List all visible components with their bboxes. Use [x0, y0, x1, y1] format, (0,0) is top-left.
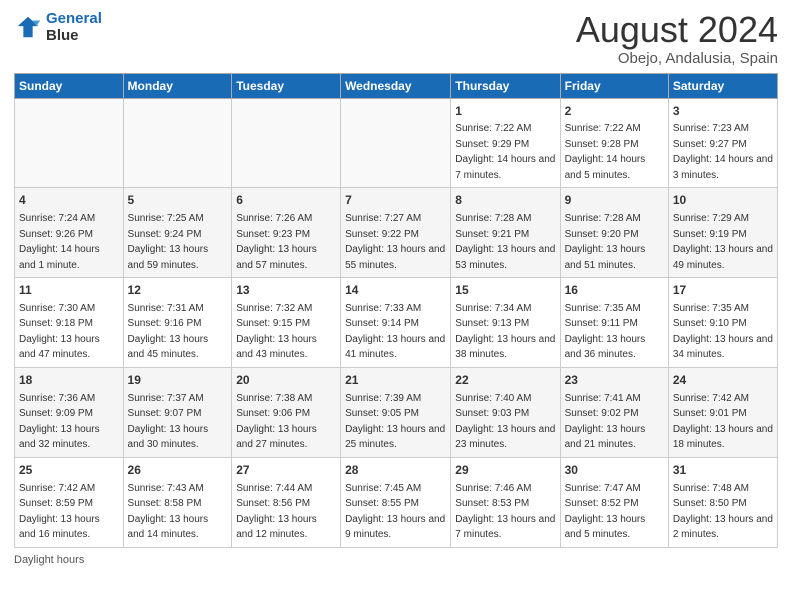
col-sunday: Sunday	[15, 73, 124, 98]
col-saturday: Saturday	[668, 73, 777, 98]
logo-text: General Blue	[46, 10, 102, 44]
table-row: 14Sunrise: 7:33 AMSunset: 9:14 PMDayligh…	[341, 278, 451, 368]
table-row: 6Sunrise: 7:26 AMSunset: 9:23 PMDaylight…	[232, 188, 341, 278]
table-row: 31Sunrise: 7:48 AMSunset: 8:50 PMDayligh…	[668, 457, 777, 547]
col-friday: Friday	[560, 73, 668, 98]
table-row: 30Sunrise: 7:47 AMSunset: 8:52 PMDayligh…	[560, 457, 668, 547]
table-row: 27Sunrise: 7:44 AMSunset: 8:56 PMDayligh…	[232, 457, 341, 547]
calendar-table: Sunday Monday Tuesday Wednesday Thursday…	[14, 73, 778, 548]
header: General Blue August 2024 Obejo, Andalusi…	[14, 10, 778, 67]
table-row: 18Sunrise: 7:36 AMSunset: 9:09 PMDayligh…	[15, 367, 124, 457]
table-row	[232, 98, 341, 188]
table-row: 5Sunrise: 7:25 AMSunset: 9:24 PMDaylight…	[123, 188, 232, 278]
title-block: August 2024 Obejo, Andalusia, Spain	[576, 10, 778, 67]
table-row	[15, 98, 124, 188]
table-row: 24Sunrise: 7:42 AMSunset: 9:01 PMDayligh…	[668, 367, 777, 457]
calendar-subtitle: Obejo, Andalusia, Spain	[576, 50, 778, 67]
col-tuesday: Tuesday	[232, 73, 341, 98]
table-row: 15Sunrise: 7:34 AMSunset: 9:13 PMDayligh…	[451, 278, 560, 368]
table-row: 19Sunrise: 7:37 AMSunset: 9:07 PMDayligh…	[123, 367, 232, 457]
table-row: 20Sunrise: 7:38 AMSunset: 9:06 PMDayligh…	[232, 367, 341, 457]
logo-icon	[14, 13, 42, 41]
col-thursday: Thursday	[451, 73, 560, 98]
table-row: 28Sunrise: 7:45 AMSunset: 8:55 PMDayligh…	[341, 457, 451, 547]
table-row: 1Sunrise: 7:22 AMSunset: 9:29 PMDaylight…	[451, 98, 560, 188]
table-row: 3Sunrise: 7:23 AMSunset: 9:27 PMDaylight…	[668, 98, 777, 188]
table-row	[123, 98, 232, 188]
page-container: General Blue August 2024 Obejo, Andalusi…	[0, 0, 792, 576]
table-row: 9Sunrise: 7:28 AMSunset: 9:20 PMDaylight…	[560, 188, 668, 278]
table-row: 17Sunrise: 7:35 AMSunset: 9:10 PMDayligh…	[668, 278, 777, 368]
col-monday: Monday	[123, 73, 232, 98]
table-row: 7Sunrise: 7:27 AMSunset: 9:22 PMDaylight…	[341, 188, 451, 278]
table-row: 2Sunrise: 7:22 AMSunset: 9:28 PMDaylight…	[560, 98, 668, 188]
table-row: 10Sunrise: 7:29 AMSunset: 9:19 PMDayligh…	[668, 188, 777, 278]
table-row: 21Sunrise: 7:39 AMSunset: 9:05 PMDayligh…	[341, 367, 451, 457]
table-row: 22Sunrise: 7:40 AMSunset: 9:03 PMDayligh…	[451, 367, 560, 457]
table-row: 16Sunrise: 7:35 AMSunset: 9:11 PMDayligh…	[560, 278, 668, 368]
table-row: 29Sunrise: 7:46 AMSunset: 8:53 PMDayligh…	[451, 457, 560, 547]
table-row: 8Sunrise: 7:28 AMSunset: 9:21 PMDaylight…	[451, 188, 560, 278]
table-row: 25Sunrise: 7:42 AMSunset: 8:59 PMDayligh…	[15, 457, 124, 547]
table-row: 4Sunrise: 7:24 AMSunset: 9:26 PMDaylight…	[15, 188, 124, 278]
table-row: 11Sunrise: 7:30 AMSunset: 9:18 PMDayligh…	[15, 278, 124, 368]
footer-note: Daylight hours	[14, 554, 778, 566]
table-row: 23Sunrise: 7:41 AMSunset: 9:02 PMDayligh…	[560, 367, 668, 457]
logo: General Blue	[14, 10, 102, 44]
calendar-header: Sunday Monday Tuesday Wednesday Thursday…	[15, 73, 778, 98]
calendar-title: August 2024	[576, 10, 778, 50]
calendar-body: 1Sunrise: 7:22 AMSunset: 9:29 PMDaylight…	[15, 98, 778, 547]
table-row: 26Sunrise: 7:43 AMSunset: 8:58 PMDayligh…	[123, 457, 232, 547]
table-row: 13Sunrise: 7:32 AMSunset: 9:15 PMDayligh…	[232, 278, 341, 368]
table-row: 12Sunrise: 7:31 AMSunset: 9:16 PMDayligh…	[123, 278, 232, 368]
table-row	[341, 98, 451, 188]
col-wednesday: Wednesday	[341, 73, 451, 98]
